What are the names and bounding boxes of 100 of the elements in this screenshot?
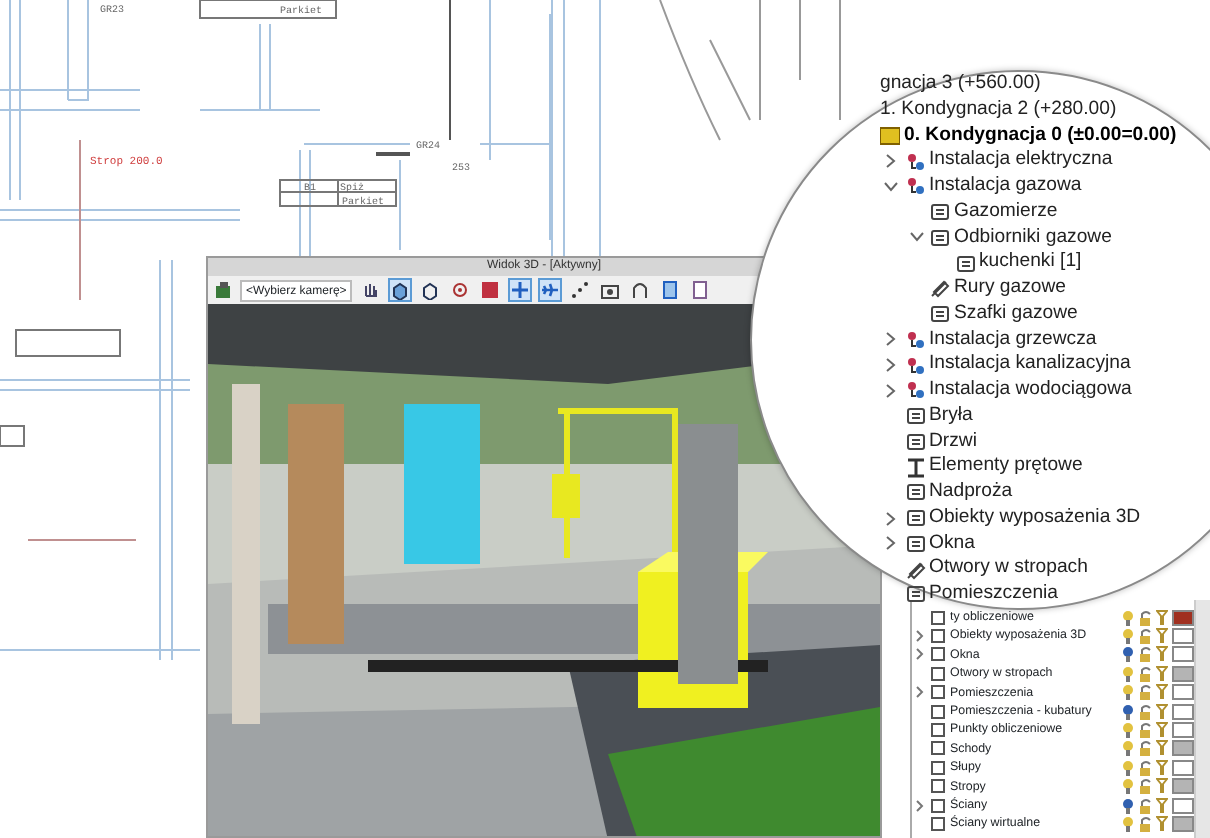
tree-item[interactable]: Pomieszczenia: [929, 580, 1059, 610]
document-icon: [690, 280, 711, 300]
chevron-icon[interactable]: [886, 511, 896, 526]
bulb-icon[interactable]: [1122, 665, 1134, 682]
lock-icon[interactable]: [1138, 609, 1152, 626]
network-icon: [905, 329, 925, 350]
chevron-icon[interactable]: [886, 383, 896, 398]
tree-item[interactable]: gnacja 3 (+560.00): [880, 70, 1041, 100]
toolbar-button[interactable]: [478, 278, 503, 302]
lock-icon[interactable]: [1138, 815, 1152, 832]
document-icon: [660, 280, 681, 300]
element-icon: [905, 431, 925, 452]
pipe-icon: [930, 278, 950, 299]
lock-icon[interactable]: [1138, 797, 1152, 814]
color-swatch[interactable]: [1172, 778, 1194, 795]
tree-item[interactable]: Szafki gazowe: [954, 299, 1078, 329]
tree-item[interactable]: Bryła: [929, 401, 973, 431]
tree-item[interactable]: Elementy prętowe: [929, 452, 1083, 482]
bulb-icon[interactable]: [1122, 759, 1134, 776]
tree-item[interactable]: Instalacja elektryczna: [929, 146, 1113, 176]
tree-item[interactable]: 1. Kondygnacja 2 (+280.00): [880, 95, 1117, 125]
color-swatch[interactable]: [1172, 740, 1194, 757]
lock-icon[interactable]: [1138, 722, 1152, 739]
arch-icon: [630, 280, 651, 300]
bulb-icon[interactable]: [1122, 740, 1134, 757]
color-swatch[interactable]: [1172, 797, 1194, 814]
bulb-icon[interactable]: [1122, 797, 1134, 814]
color-swatch[interactable]: [1172, 722, 1194, 739]
chevron-icon[interactable]: [909, 232, 923, 243]
tree-item[interactable]: Instalacja gazowa: [929, 172, 1082, 202]
toolbar-button[interactable]: [688, 278, 713, 302]
color-swatch[interactable]: [1172, 759, 1194, 776]
network-icon: [905, 355, 925, 376]
tree-item[interactable]: Instalacja kanalizacyjna: [929, 350, 1131, 380]
tree-item[interactable]: Obiekty wyposażenia 3D: [929, 503, 1141, 533]
chevron-icon[interactable]: [915, 799, 923, 812]
bulb-icon[interactable]: [1122, 646, 1134, 663]
bulb-icon[interactable]: [1122, 628, 1134, 645]
lock-icon[interactable]: [1138, 665, 1152, 682]
toolbar-button[interactable]: [658, 278, 683, 302]
beam-icon: [905, 457, 925, 478]
bulb-icon[interactable]: [1122, 722, 1134, 739]
chevron-icon[interactable]: [886, 358, 896, 373]
tree-item[interactable]: Instalacja wodociągowa: [929, 376, 1132, 406]
tree-item[interactable]: Otwory w stropach: [929, 554, 1088, 584]
color-swatch[interactable]: [1172, 628, 1194, 645]
pipe-icon: [905, 559, 925, 580]
bulb-icon[interactable]: [1122, 609, 1134, 626]
chevron-icon[interactable]: [915, 630, 923, 643]
cross-arrows-icon: [510, 280, 531, 300]
chevron-icon[interactable]: [886, 536, 896, 551]
chevron-icon[interactable]: [884, 181, 898, 192]
scrollbar[interactable]: [1194, 600, 1210, 838]
element-icon: [905, 406, 925, 427]
lock-icon[interactable]: [1138, 740, 1152, 757]
network-icon: [905, 380, 925, 401]
lock-icon[interactable]: [1138, 646, 1152, 663]
tree-item[interactable]: Instalacja grzewcza: [929, 325, 1097, 355]
color-swatch[interactable]: [1172, 684, 1194, 701]
color-swatch[interactable]: [1172, 609, 1194, 626]
chevron-icon[interactable]: [886, 154, 896, 169]
lock-icon[interactable]: [1138, 684, 1152, 701]
tree-item[interactable]: Odbiorniki gazowe: [954, 223, 1112, 253]
toolbar-button[interactable]: [538, 278, 563, 302]
bulb-icon[interactable]: [1122, 684, 1134, 701]
element-icon: [930, 304, 950, 325]
camera-icon[interactable]: [214, 281, 234, 299]
toolbar-button[interactable]: [388, 278, 413, 302]
tree-item[interactable]: 0. Kondygnacja 0 (±0.00=0.00): [904, 121, 1177, 151]
tree-item[interactable]: Nadproża: [929, 478, 1013, 508]
toolbar-button[interactable]: [508, 278, 533, 302]
toolbar-button[interactable]: [568, 278, 593, 302]
toolbar-button[interactable]: [418, 278, 443, 302]
color-swatch[interactable]: [1172, 703, 1194, 720]
color-swatch[interactable]: [1172, 665, 1194, 682]
tree-item[interactable]: Okna: [929, 529, 975, 559]
bulb-icon[interactable]: [1122, 703, 1134, 720]
cube-icon: [390, 280, 411, 300]
eye-icon: [450, 280, 471, 300]
color-swatch[interactable]: [1172, 815, 1194, 832]
tree-item[interactable]: kuchenki [1]: [979, 248, 1082, 278]
toolbar-button[interactable]: [448, 278, 473, 302]
color-swatch[interactable]: [1172, 646, 1194, 663]
element-icon: [905, 508, 925, 529]
lock-icon[interactable]: [1138, 703, 1152, 720]
element-icon: [905, 533, 925, 554]
chevron-icon[interactable]: [915, 686, 923, 699]
toolbar-button[interactable]: [628, 278, 653, 302]
lock-icon[interactable]: [1138, 778, 1152, 795]
tree-item[interactable]: Rury gazowe: [954, 274, 1066, 304]
tree-item[interactable]: Drzwi: [929, 427, 977, 457]
chevron-icon[interactable]: [886, 332, 896, 347]
tree-item[interactable]: Gazomierze: [954, 197, 1058, 227]
lock-icon[interactable]: [1138, 759, 1152, 776]
lock-icon[interactable]: [1138, 628, 1152, 645]
bulb-icon[interactable]: [1122, 778, 1134, 795]
network-icon: [905, 176, 925, 197]
network-icon: [905, 151, 925, 172]
bulb-icon[interactable]: [1122, 815, 1134, 832]
chevron-icon[interactable]: [915, 648, 923, 661]
